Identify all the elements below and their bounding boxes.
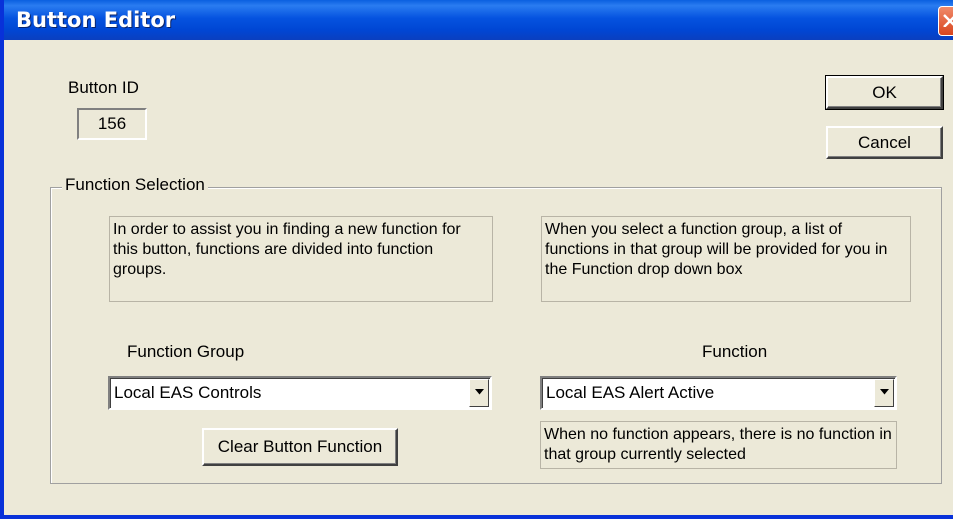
button-editor-window: Button Editor Button ID 156 OK Cancel Fu…: [0, 0, 953, 519]
title-bar[interactable]: Button Editor: [4, 0, 953, 40]
function-group-label: Function Group: [127, 342, 245, 361]
window-title: Button Editor: [16, 8, 176, 32]
ok-button[interactable]: OK: [825, 75, 944, 110]
cancel-button[interactable]: Cancel: [826, 126, 943, 159]
function-group-dropdown-button[interactable]: [469, 379, 489, 407]
function-label: Function: [702, 342, 768, 361]
chevron-down-icon: [880, 389, 889, 395]
clear-button-function-button[interactable]: Clear Button Function: [202, 428, 398, 466]
function-dropdown-button[interactable]: [874, 379, 894, 407]
close-button[interactable]: [938, 6, 953, 36]
function-help-text: When you select a function group, a list…: [541, 216, 911, 302]
button-id-value: 156: [77, 108, 147, 140]
button-id-label: Button ID: [68, 78, 139, 97]
function-select-value: Local EAS Alert Active: [546, 383, 715, 402]
function-group-select[interactable]: Local EAS Controls: [108, 376, 492, 410]
function-select[interactable]: Local EAS Alert Active: [540, 376, 897, 410]
close-icon: [943, 14, 953, 27]
chevron-down-icon: [475, 389, 484, 395]
group-help-text: In order to assist you in finding a new …: [109, 216, 493, 302]
function-selection-legend: Function Selection: [62, 175, 208, 195]
no-function-note: When no function appears, there is no fu…: [540, 421, 897, 469]
dialog-body: Button ID 156 OK Cancel Function Selecti…: [4, 40, 953, 515]
function-group-select-value: Local EAS Controls: [114, 383, 262, 402]
